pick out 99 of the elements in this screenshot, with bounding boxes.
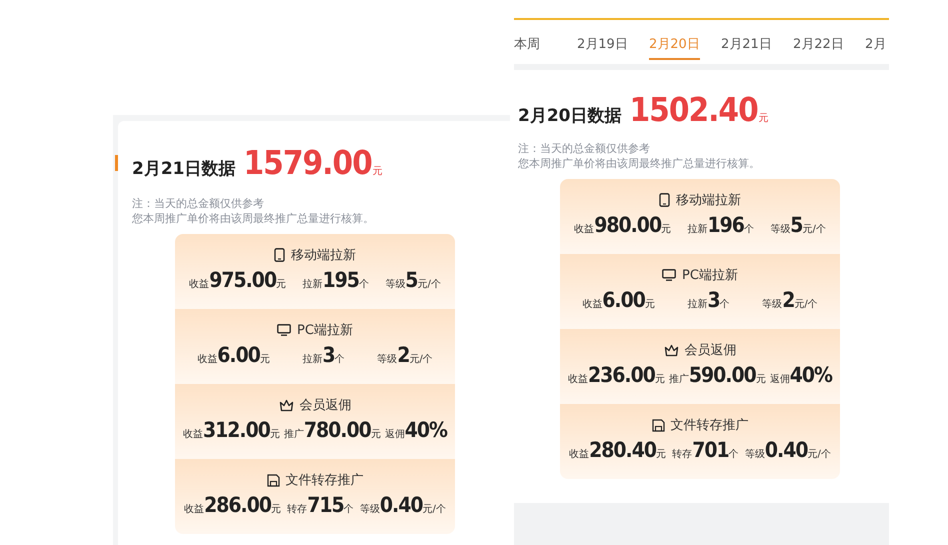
stat-label: 等级 [385,278,406,291]
stat-label: 收益 [184,503,204,516]
stat-unit: 个 [344,503,354,516]
stat-label: 等级 [360,503,380,516]
stat-unit: 元/个 [417,278,441,291]
stat-unit: 元/个 [802,223,826,236]
stat-unit: 个 [728,448,739,461]
stat-unit: 元 [654,374,665,386]
stat-label: 返佣 [770,372,790,386]
stat-label: 拉新 [302,352,322,366]
stat-value: 312.00 [202,418,270,442]
stat-value: 196 [707,213,744,237]
stat-value: 6.00 [217,343,260,367]
stat-label: 拉新 [687,222,708,236]
stat-value: 195 [322,268,359,292]
section-title: PC端拉新 [297,322,353,339]
stat-value: 6.00 [602,288,645,312]
stat-label: 转存 [287,503,308,516]
stat-label: 收益 [574,223,594,236]
stat-unit: 元 [270,429,280,441]
stat-value: 780.00 [304,418,371,442]
stat-unit: 元 [276,279,286,291]
stat-label: 等级 [762,298,782,311]
monitor-icon [277,324,292,336]
date-tab[interactable]: 2月22日 [793,30,844,60]
stat-label: 收益 [182,428,203,441]
stat-unit: 个 [720,298,730,311]
stat-label: 推广 [284,428,304,441]
stat-unit: 个 [334,353,345,366]
stat-unit: 元 [756,374,766,386]
phone-icon [659,193,670,207]
section-title: 会员返佣 [684,342,736,359]
stat-unit: 元/个 [794,298,818,311]
stat-label: 收益 [569,448,590,461]
stat-value: 590.00 [688,363,756,387]
stat-label: 等级 [744,448,765,461]
crown-icon [664,344,678,356]
stat-value: 2 [782,288,794,312]
stat-unit: 元/个 [409,353,433,366]
crown-icon [278,398,294,412]
total-amount: 1502.40 [630,90,758,129]
stat-value: 40% [790,363,832,387]
stat-value: 0.40 [764,438,808,462]
stat-unit: 元/个 [808,449,831,461]
monitor-icon [662,269,676,281]
stat-label: 转存 [672,448,692,461]
stat-label: 收益 [582,298,602,311]
phone-icon [274,248,285,262]
stat-value: 701 [692,438,729,462]
stat-value: 286.00 [204,493,272,517]
currency-unit: 元 [372,165,383,178]
stat-label: 返佣 [384,428,405,441]
stat-label: 收益 [189,278,210,291]
stat-unit: 元 [656,449,666,461]
day-title: 2月21日数据 [132,158,236,180]
day-title: 2月20日数据 [518,105,622,127]
note-text: 您本周推广单价将由该周最终推广总量进行核算。 [132,211,375,226]
stat-label: 拉新 [302,278,322,291]
stat-unit: 元 [370,429,381,441]
date-tab[interactable]: 本周 [514,30,540,60]
total-amount: 1579.00 [244,143,372,182]
note-text: 注：当天的总金额仅供参考 [132,196,265,211]
stat-label: 拉新 [687,298,708,311]
stat-value: 975.00 [209,268,276,292]
stat-label: 等级 [770,223,790,236]
date-tab[interactable]: 2月19日 [577,30,628,60]
stat-unit: 元 [661,224,672,236]
stat-unit: 个 [744,224,754,236]
stat-label: 收益 [197,353,218,366]
date-tab[interactable]: 2月 [865,30,886,60]
section-title: 移动端拉新 [676,192,741,209]
stat-label: 等级 [377,353,398,366]
currency-unit: 元 [758,112,769,125]
stat-value: 980.00 [594,213,662,237]
stat-label: 收益 [568,373,588,386]
stat-value: 3 [707,288,720,312]
stat-unit: 元/个 [422,504,446,516]
stat-label: 推广 [668,372,689,386]
section-title: 文件转存推广 [670,417,748,434]
note-text: 注：当天的总金额仅供参考 [518,141,651,156]
section-title: PC端拉新 [682,267,738,284]
stat-value: 715 [307,493,344,517]
section-title: 移动端拉新 [291,247,356,264]
note-text: 您本周推广单价将由该周最终推广总量进行核算。 [518,156,761,171]
stat-value: 236.00 [588,363,655,387]
stat-unit: 元 [260,354,270,366]
stat-value: 5 [405,268,418,292]
stat-value: 5 [790,213,802,237]
stat-value: 280.40 [589,438,656,462]
stat-value: 3 [322,343,335,367]
section-title: 会员返佣 [300,397,352,414]
stat-value: 2 [397,343,410,367]
date-tab[interactable]: 2月21日 [721,30,772,60]
stat-unit: 元 [271,504,282,516]
stat-unit: 元 [644,299,655,311]
stat-value: 40% [404,418,447,442]
section-title: 文件转存推广 [286,472,364,489]
stat-unit: 个 [358,278,369,291]
stat-value: 0.40 [380,493,423,517]
